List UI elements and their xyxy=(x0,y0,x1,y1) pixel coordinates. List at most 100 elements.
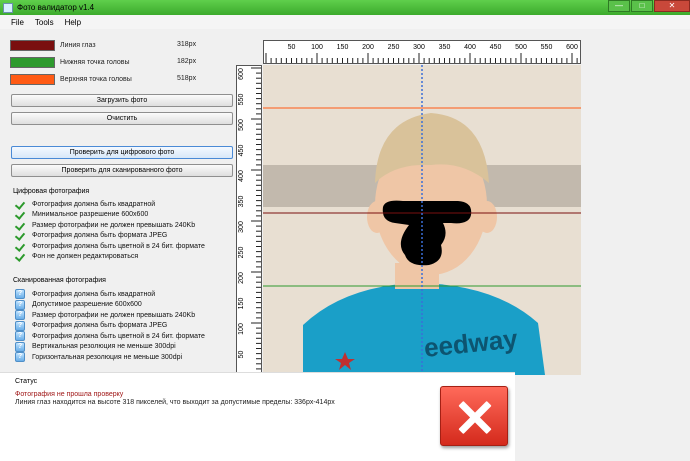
legend-head-top: Верхняя точка головы 518px xyxy=(10,74,210,91)
load-photo-button[interactable]: Загрузить фото xyxy=(11,94,233,107)
checkmark-icon xyxy=(15,221,25,230)
head-bottom-value: 182px xyxy=(177,58,197,65)
requirement-label: Вертикальная резолюция не меньше 300dpi xyxy=(32,343,176,351)
head-top-swatch xyxy=(10,74,55,85)
ruler-label: 300 xyxy=(238,221,245,233)
info-icon: ? xyxy=(15,289,25,300)
list-item: ? Вертикальная резолюция не меньше 300dpi xyxy=(15,341,240,353)
info-icon: ? xyxy=(15,320,25,331)
ruler-label: 150 xyxy=(238,298,245,310)
checkmark-icon xyxy=(15,231,25,240)
eye-line-value: 318px xyxy=(177,41,197,48)
ruler-label: 450 xyxy=(238,145,245,157)
checkmark-icon xyxy=(15,242,25,251)
status-error-message: Фотография не прошла проверку xyxy=(15,391,124,398)
ruler-label: 500 xyxy=(515,44,527,51)
ruler-horizontal-scale: 50 100 150 200 250 300 350 400 450 500 550 600 xyxy=(265,44,578,63)
requirement-label: Допустимое разрешение 600x600 xyxy=(32,301,142,309)
legend: Линия глаз 318px Нижняя точка головы 182… xyxy=(10,40,210,91)
ruler-label: 50 xyxy=(288,44,296,51)
scanned-group-title: Сканированная фотография xyxy=(13,277,106,284)
ruler-label: 550 xyxy=(541,44,553,51)
eye-line-swatch xyxy=(10,40,55,51)
head-bottom-label: Нижняя точка головы xyxy=(60,59,130,66)
maximize-button[interactable]: □ xyxy=(631,0,653,12)
requirement-label: Фотография должна быть квадратной xyxy=(32,200,156,208)
list-item: ? Фотография должна быть формата JPEG xyxy=(15,320,240,332)
legend-head-bottom: Нижняя точка головы 182px xyxy=(10,57,210,74)
list-item: Фотография должна быть формата JPEG xyxy=(15,231,240,242)
ruler-label: 550 xyxy=(238,94,245,106)
ruler-vertical-scale: 600 550 500 450 400 350 300 250 200 150 100 50 xyxy=(238,67,261,370)
info-icon: ? xyxy=(15,341,25,352)
title-bar: Фото валидатор v1.4 — □ ✕ xyxy=(0,0,690,15)
ruler-label: 450 xyxy=(490,44,502,51)
menu-help[interactable]: Help xyxy=(65,18,81,27)
info-icon: ? xyxy=(15,331,25,342)
checkmark-icon xyxy=(15,252,25,261)
legend-eye-line: Линия глаз 318px xyxy=(10,40,210,57)
list-item: Фон не должен редактироваться xyxy=(15,252,240,263)
eye-line-label: Линия глаз xyxy=(60,42,96,49)
app-icon xyxy=(3,2,13,13)
ruler-label: 600 xyxy=(238,68,245,80)
requirement-label: Фон не должен редактироваться xyxy=(32,253,139,261)
requirement-label: Размер фотографии не должен превышать 24… xyxy=(32,221,196,229)
head-bottom-swatch xyxy=(10,57,55,68)
status-panel: Статус Фотография не прошла проверку Лин… xyxy=(0,372,515,461)
requirement-label: Фотография должна быть формата JPEG xyxy=(32,322,168,330)
window-title: Фото валидатор v1.4 xyxy=(17,3,95,12)
list-item: ? Допустимое разрешение 600x600 xyxy=(15,299,240,311)
ruler-vertical: 600 550 500 450 400 350 300 250 200 150 100 50 xyxy=(236,65,262,375)
list-item: ? Размер фотографии не должен превышать 2… xyxy=(15,310,240,321)
ruler-label: 350 xyxy=(439,44,451,51)
ruler-label: 100 xyxy=(311,44,323,51)
ruler-label: 600 xyxy=(566,44,578,51)
checkmark-icon xyxy=(15,210,25,219)
menu-bar: File Tools Help xyxy=(0,15,690,29)
clear-button[interactable]: Очистить xyxy=(11,112,233,125)
info-icon: ? xyxy=(15,310,25,321)
status-title: Статус xyxy=(15,378,38,385)
menu-tools[interactable]: Tools xyxy=(35,18,54,27)
list-item: Размер фотографии не должен превышать 24… xyxy=(15,220,240,231)
ruler-label: 400 xyxy=(464,44,476,51)
ruler-horizontal: 50 100 150 200 250 300 350 400 450 500 550 600 xyxy=(263,40,581,64)
ruler-label: 150 xyxy=(337,44,349,51)
digital-requirements: Фотография должна быть квадратной Минима… xyxy=(15,199,240,262)
status-detail-message: Линия глаз находится на высоте 318 пиксе… xyxy=(15,399,335,406)
requirement-label: Фотография должна быть квадратной xyxy=(32,290,156,298)
ruler-label: 400 xyxy=(238,170,245,182)
photo-image: eedway xyxy=(263,65,581,375)
scanned-requirements: ? Фотография должна быть квадратной ? Допу… xyxy=(15,289,240,363)
close-button[interactable]: ✕ xyxy=(654,0,690,12)
photo-preview[interactable]: eedway xyxy=(263,65,581,375)
list-item: ? Фотография должна быть квадратной xyxy=(15,289,240,300)
check-scanned-button[interactable]: Проверить для сканированного фото xyxy=(11,164,233,177)
requirement-label: Фотография должна быть цветной в 24 бит.… xyxy=(32,242,205,250)
check-digital-button[interactable]: Проверить для цифрового фото xyxy=(11,146,233,159)
list-item: ? Горизонтальная резолюция не меньше 300d… xyxy=(15,352,240,363)
head-top-label: Верхняя точка головы xyxy=(60,76,132,83)
requirement-label: Фотография должна быть формата JPEG xyxy=(32,232,168,240)
requirement-label: Фотография должна быть цветной в 24 бит.… xyxy=(32,332,205,340)
list-item: Минимальное разрешение 600x600 xyxy=(15,210,240,221)
requirement-label: Горизонтальная резолюция не меньше 300dp… xyxy=(32,353,183,361)
list-item: Фотография должна быть квадратной xyxy=(15,199,240,210)
ruler-label: 300 xyxy=(413,44,425,51)
requirement-label: Минимальное разрешение 600x600 xyxy=(32,211,149,219)
list-item: Фотография должна быть цветной в 24 бит.… xyxy=(15,241,240,252)
ruler-label: 350 xyxy=(238,196,245,208)
ruler-label: 200 xyxy=(238,272,245,284)
ruler-label: 250 xyxy=(388,44,400,51)
menu-file[interactable]: File xyxy=(11,18,24,27)
error-x-icon xyxy=(440,386,508,446)
ruler-label: 500 xyxy=(238,119,245,131)
ruler-label: 100 xyxy=(238,323,245,335)
minimize-button[interactable]: — xyxy=(608,0,630,12)
ruler-label: 200 xyxy=(362,44,374,51)
ruler-label: 250 xyxy=(238,247,245,259)
info-icon: ? xyxy=(15,299,25,310)
ruler-label: 50 xyxy=(238,351,245,359)
digital-group-title: Цифровая фотография xyxy=(13,188,90,195)
